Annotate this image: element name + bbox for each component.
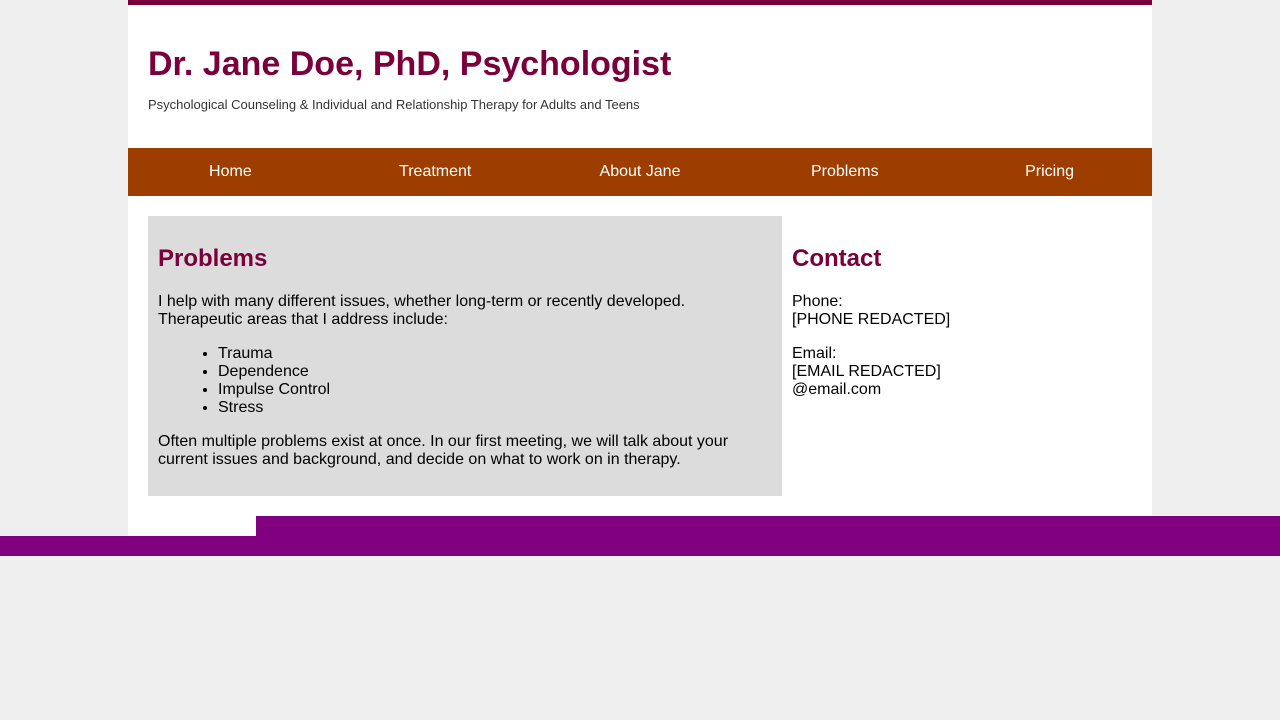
problems-section: Problems I help with many different issu… [148, 216, 782, 496]
footer-bar [0, 536, 1280, 556]
top-accent-stripe [128, 0, 1152, 5]
list-item: Trauma [218, 345, 330, 363]
problems-outro-text: Often multiple problems exist at once. I… [158, 433, 729, 468]
list-item: Dependence [218, 363, 330, 381]
nav-item-problems[interactable]: Problems [742, 148, 947, 196]
list-item: Stress [218, 399, 330, 417]
problems-heading: Problems [158, 245, 268, 272]
nav-item-about-jane[interactable]: About Jane [538, 148, 743, 196]
email-value-line-1[interactable]: [EMAIL REDACTED] [792, 363, 941, 381]
phone-value[interactable]: [PHONE REDACTED] [792, 311, 950, 329]
contact-email: Email: [EMAIL REDACTED] @email.com [792, 345, 941, 399]
main-navigation: Home Treatment About Jane Problems Prici… [128, 148, 1152, 196]
contact-section: Contact Phone: [PHONE REDACTED] Email: [… [782, 216, 1132, 496]
nav-item-treatment[interactable]: Treatment [333, 148, 538, 196]
page-wrapper: Dr. Jane Doe, PhD, Psychologist Psycholo… [128, 0, 1280, 536]
email-value-line-2[interactable]: @email.com [792, 381, 941, 399]
site-title: Dr. Jane Doe, PhD, Psychologist [148, 45, 672, 83]
footer-bar-inner [256, 516, 1280, 536]
problems-intro-text: I help with many different issues, wheth… [158, 293, 686, 328]
list-item: Impulse Control [218, 381, 330, 399]
email-label: Email: [792, 345, 837, 362]
site-tagline: Psychological Counseling & Individual an… [148, 97, 640, 112]
contact-phone: Phone: [PHONE REDACTED] [792, 293, 950, 329]
phone-label: Phone: [792, 293, 843, 310]
problems-list: Trauma Dependence Impulse Control Stress [158, 345, 330, 417]
nav-item-pricing[interactable]: Pricing [947, 148, 1152, 196]
nav-item-home[interactable]: Home [128, 148, 333, 196]
contact-heading: Contact [792, 245, 882, 272]
